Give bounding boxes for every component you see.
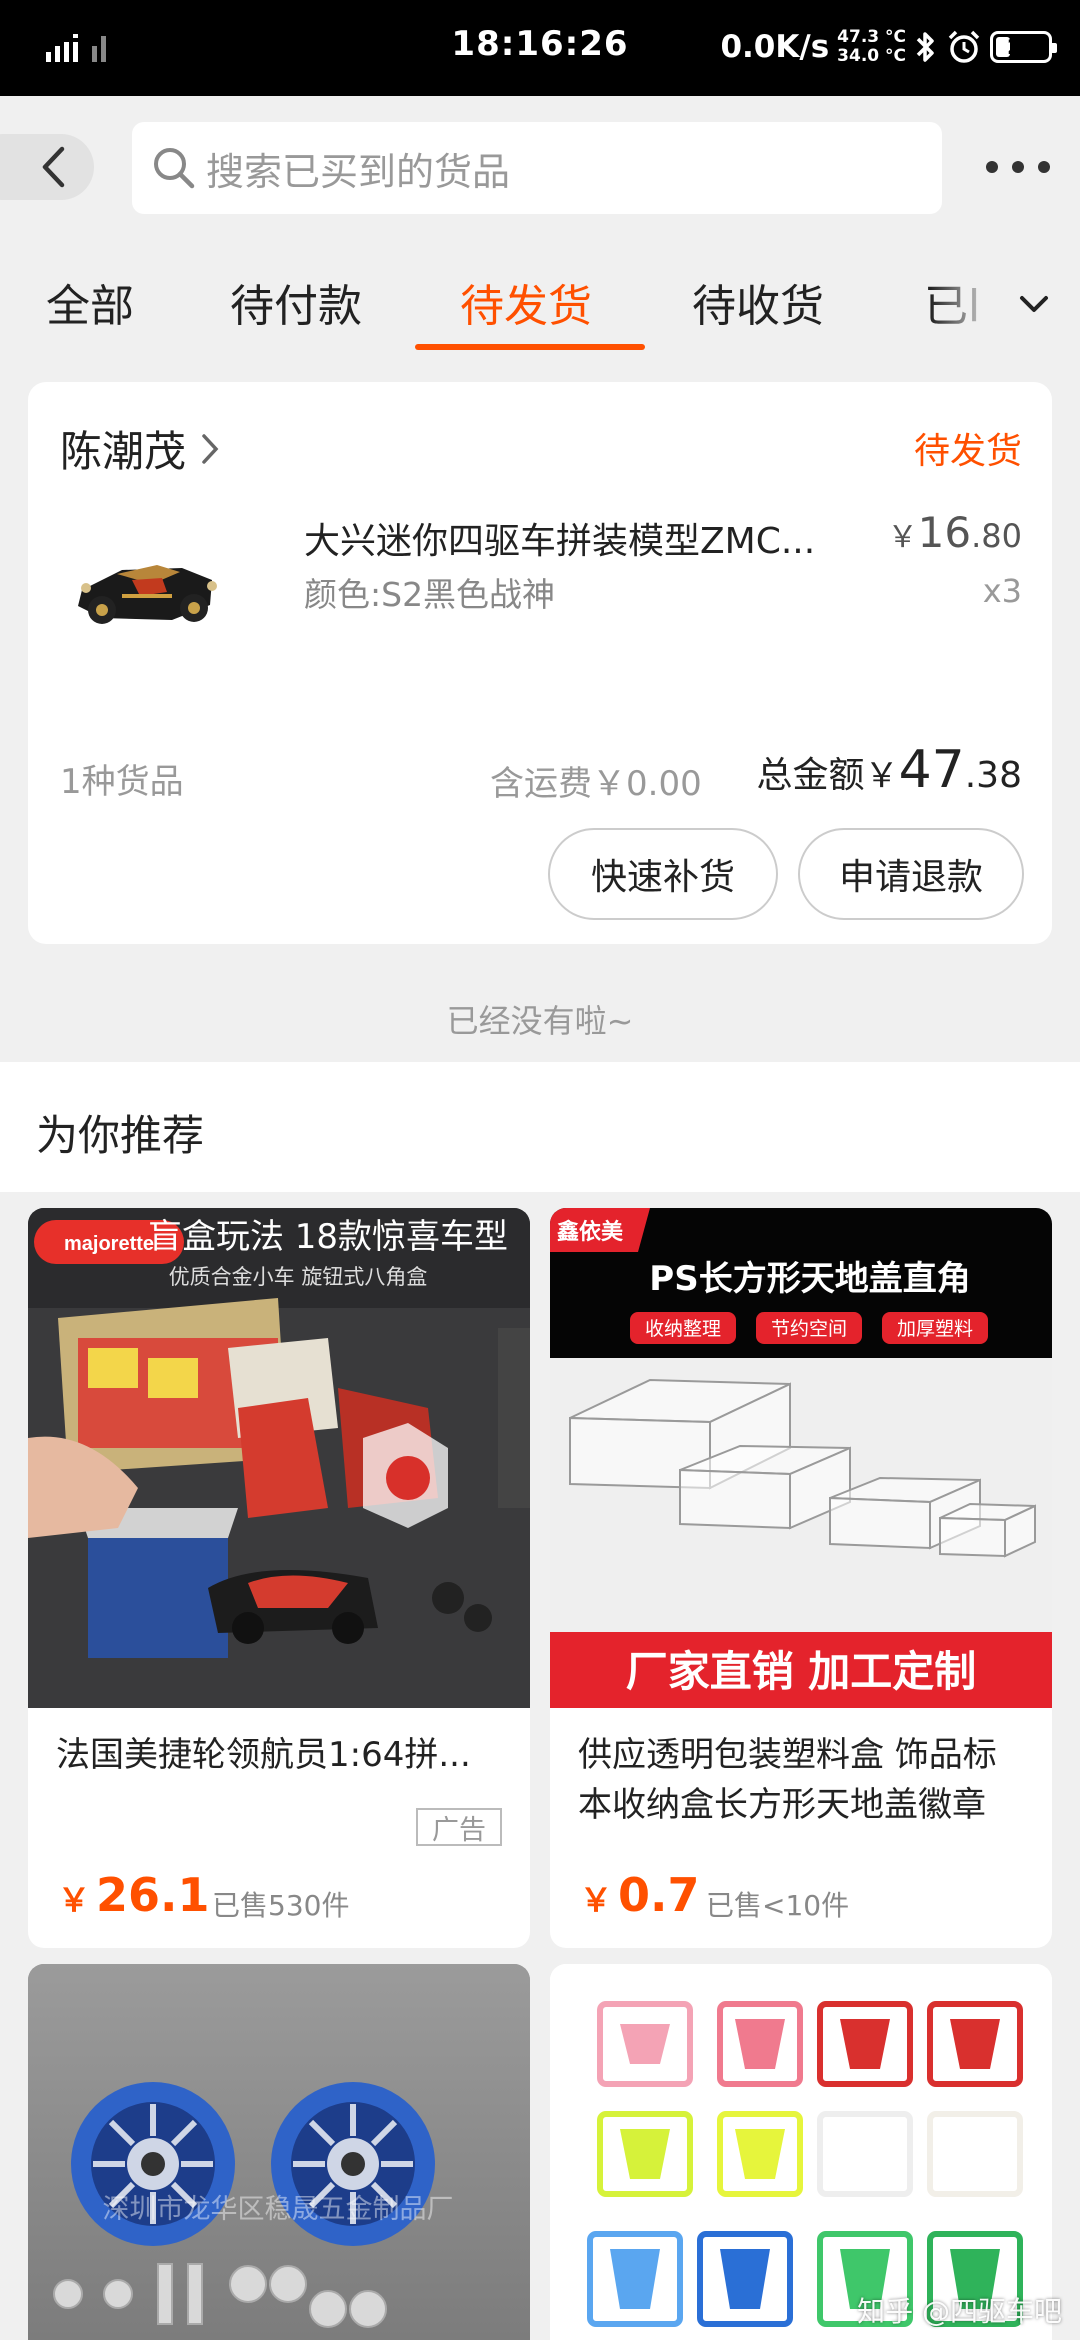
shop-name: 陈潮茂	[60, 427, 187, 476]
ad-badge: 广告	[416, 1808, 502, 1846]
product-title[interactable]: 大兴迷你四驱车拼装模型ZMC...	[304, 512, 834, 564]
tab-pending-receipt[interactable]: 待收货	[692, 270, 824, 334]
product-card[interactable]: majorette 盲盒玩法 18款惊喜车型 优质合金小车 旋钮式八角盒 法国美…	[28, 1208, 530, 1948]
tab-pending-payment[interactable]: 待付款	[230, 270, 362, 334]
more-menu-button[interactable]	[986, 152, 1050, 182]
product-image[interactable]: 鑫依美 PS长方形天地盖直角 收纳整理 节约空间 加厚塑料 厂家直销 加工定制	[550, 1208, 1052, 1708]
recommend-section-header: 为你推荐	[0, 1062, 1080, 1192]
svg-text:优质合金小车 旋钮式八角盒: 优质合金小车 旋钮式八角盒	[169, 1265, 428, 1289]
back-button[interactable]	[0, 134, 94, 200]
active-tab-indicator	[415, 344, 645, 350]
bluetooth-icon	[916, 32, 934, 62]
product-card[interactable]: 深圳市龙华区稳晟五金制品厂	[28, 1964, 530, 2340]
svg-text:节约空间: 节约空间	[771, 1318, 847, 1340]
product-image[interactable]	[550, 1964, 1052, 2340]
order-card[interactable]: 陈潮茂 待发货 大兴迷你四驱车拼装模型ZMC... 颜色:S2黑色战神 ￥16.…	[28, 382, 1052, 944]
sold-count: 已售<10件	[706, 1889, 850, 1922]
site-watermark: 知乎 @四驱车吧	[857, 2295, 1062, 2328]
svg-text:收纳整理: 收纳整理	[645, 1318, 721, 1340]
more-dot-icon	[1012, 161, 1024, 173]
order-tabs: 全部 待付款 待发货 待收货 已l	[0, 222, 1080, 362]
end-of-list-text: 已经没有啦~	[446, 1002, 634, 1040]
order-total: 总金额￥47.38	[756, 740, 1022, 800]
battery-icon: 24	[990, 31, 1057, 63]
search-placeholder: 搜索已买到的货品	[206, 149, 511, 194]
chevron-right-icon	[202, 433, 219, 464]
recommend-title: 为你推荐	[36, 1111, 205, 1160]
chevron-down-icon[interactable]	[1014, 284, 1054, 324]
svg-text:盲盒玩法 18款惊喜车型: 盲盒玩法 18款惊喜车型	[148, 1217, 508, 1257]
more-dot-icon	[1038, 161, 1050, 173]
product-price: ￥16.80	[887, 508, 1022, 557]
tab-pending-shipment[interactable]: 待发货	[460, 270, 592, 334]
product-title[interactable]: 法国美捷轮领航员1:64拼...	[56, 1730, 506, 1780]
network-speed: 0.0K/s	[720, 29, 830, 65]
product-price: ￥ 26.1	[58, 1868, 210, 1922]
chevron-left-icon	[42, 146, 65, 188]
header: 搜索已买到的货品	[0, 96, 1080, 222]
product-card[interactable]: 鑫依美 PS长方形天地盖直角 收纳整理 节约空间 加厚塑料 厂家直销 加工定制 …	[550, 1208, 1052, 1948]
product-image[interactable]: 深圳市龙华区稳晟五金制品厂	[28, 1964, 530, 2340]
product-quantity: x3	[982, 572, 1022, 610]
svg-text:加厚塑料: 加厚塑料	[897, 1318, 973, 1340]
svg-text:PS长方形天地盖直角: PS长方形天地盖直角	[649, 1259, 970, 1299]
product-title[interactable]: 供应透明包装塑料盒 饰品标本收纳盒长方形天地盖徽章	[578, 1730, 1028, 1830]
product-spec: 颜色:S2黑色战神	[304, 575, 556, 614]
product-price: ￥ 0.7	[580, 1868, 700, 1922]
product-image[interactable]: majorette 盲盒玩法 18款惊喜车型 优质合金小车 旋钮式八角盒	[28, 1208, 530, 1708]
temperature-readout: 47.3 °C 34.0 °C	[837, 27, 906, 66]
status-bar: 18:16:26 0.0K/s 47.3 °C 34.0 °C 24	[0, 0, 1080, 96]
goods-count: 1种货品	[60, 762, 184, 802]
shop-link[interactable]: 陈潮茂	[60, 418, 220, 479]
battery-level: 24	[1007, 35, 1035, 59]
svg-text:厂家直销 加工定制: 厂家直销 加工定制	[626, 1647, 977, 1696]
product-thumbnail[interactable]	[62, 510, 232, 680]
request-refund-button[interactable]: 申请退款	[798, 828, 1024, 920]
quick-refill-button[interactable]: 快速补货	[548, 828, 778, 920]
brand-logo: majorette	[64, 1233, 154, 1255]
image-watermark: 深圳市龙华区稳晟五金制品厂	[103, 2194, 454, 2225]
brand-logo: 鑫依美	[557, 1219, 624, 1245]
shipping-fee: 含运费￥0.00	[490, 764, 702, 804]
search-icon	[154, 148, 195, 189]
search-input[interactable]: 搜索已买到的货品	[132, 122, 942, 214]
tab-all[interactable]: 全部	[46, 270, 134, 334]
more-dot-icon	[986, 161, 998, 173]
alarm-icon	[948, 30, 980, 63]
product-card[interactable]	[550, 1964, 1052, 2340]
sold-count: 已售530件	[212, 1889, 350, 1922]
order-status: 待发货	[913, 431, 1022, 472]
